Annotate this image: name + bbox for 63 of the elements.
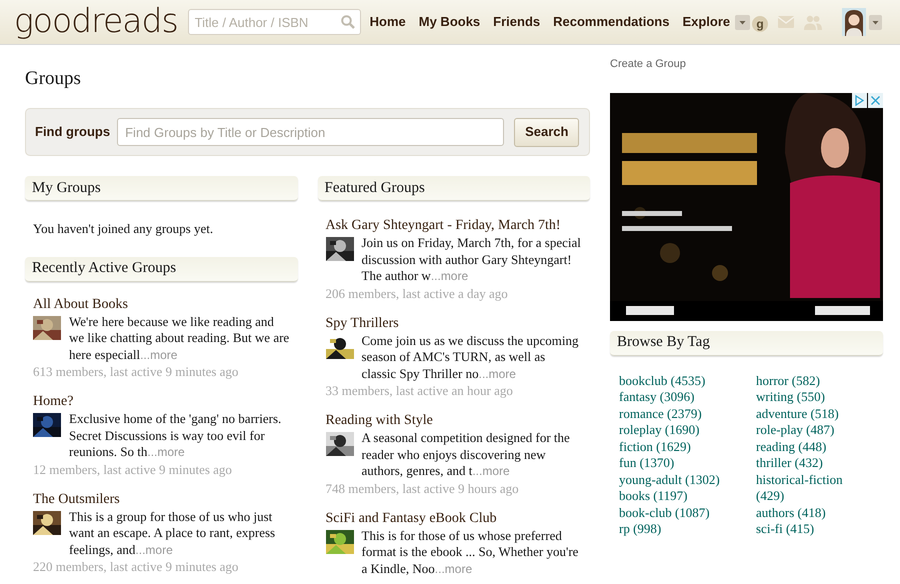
tag-link[interactable]: horror (582)	[756, 372, 856, 389]
group-meta: 206 members, last active a day ago	[326, 284, 509, 302]
group-description: Join us on Friday, March 7th, for a special discussion with author Gary Shteyngart! The author w...more	[362, 235, 582, 284]
group-title[interactable]: Home?	[33, 393, 290, 411]
avatar[interactable]	[842, 8, 866, 36]
section-header: My Groups	[25, 176, 298, 201]
group-meta: 12 members, last active 9 minutes ago	[33, 460, 233, 478]
group-title[interactable]: The Outsmilers	[33, 490, 290, 508]
logo[interactable]: goodreads	[14, 4, 178, 36]
tag-link[interactable]: adventure (518)	[756, 406, 856, 422]
tag-link[interactable]: romance (2379)	[619, 406, 756, 422]
nav-link[interactable]: My Books	[418, 12, 480, 32]
tag-link[interactable]: fiction (1629)	[619, 438, 756, 455]
nav-link[interactable]: Home	[370, 12, 406, 32]
tag-link[interactable]: young-adult (1302)	[619, 472, 756, 488]
group-title[interactable]: All About Books	[33, 296, 290, 314]
section-header: Recently Active Groups	[25, 256, 298, 282]
group-title[interactable]: Spy Thrillers	[326, 314, 582, 332]
tag-link[interactable]: writing (550)	[756, 389, 856, 406]
tag-link[interactable]: historical-fiction (429)	[756, 472, 856, 504]
tag-link[interactable]: books (1197)	[619, 488, 756, 504]
caret-icon[interactable]	[735, 14, 750, 30]
notifications-badge[interactable]: g	[752, 16, 768, 32]
nav-link[interactable]: Friends	[493, 12, 540, 32]
section-header: Featured Groups	[318, 176, 590, 201]
group-description: This is a group for those of us who just want an escape. A place to rant, express feelings, and...more	[69, 508, 276, 558]
empty-message: You haven't joined any groups yet.	[32, 220, 214, 238]
close-icon[interactable]	[868, 92, 883, 108]
tag-link[interactable]: sci-fi (415)	[756, 521, 856, 538]
tag-link[interactable]: authors (418)	[756, 504, 856, 521]
nav-link[interactable]: Explore	[682, 12, 730, 32]
search-field[interactable]: Title / Author / ISBN	[188, 9, 361, 35]
search-button[interactable]: Search	[514, 118, 580, 146]
tag-link[interactable]: role-play (487)	[756, 422, 856, 438]
tag-link[interactable]: rp (998)	[619, 521, 756, 538]
page-title: Groups	[25, 67, 82, 91]
group-title[interactable]: Ask Gary Shteyngart - Friday, March 7th!	[326, 217, 582, 235]
group-description: Exclusive home of the 'gang' no barriers. Secret Discussions is way too evil for reunions. So th...more	[69, 411, 282, 460]
tag-link[interactable]: reading (448)	[756, 438, 856, 455]
field-label: Find groups	[35, 123, 110, 142]
create-group-link[interactable]: Create a Group	[610, 56, 883, 72]
group-description: A seasonal competition designed for the reader who enjoys discovering new authors, genres, and t...more	[362, 430, 571, 480]
tag-link[interactable]: fantasy (3096)	[619, 389, 756, 406]
group-description: This is for those of us whose preferred format is the ebook ... So, Whether you're a Kindle, Noo...more	[362, 528, 580, 577]
tag-link[interactable]: bookclub (4535)	[619, 372, 756, 389]
tag-link[interactable]: fun (1370)	[619, 455, 756, 472]
section-header: Browse By Tag	[610, 330, 883, 356]
group-search-field[interactable]: Find Groups by Title or Description	[117, 118, 504, 146]
group-description: We're here because we like reading and we like chatting about reading. But we are here especiall...more	[69, 314, 290, 363]
tag-link[interactable]: thriller (432)	[756, 455, 856, 472]
group-meta: 33 members, last active an hour ago	[326, 382, 514, 399]
search-icon[interactable]	[340, 15, 355, 29]
tag-link[interactable]: book-club (1087)	[619, 504, 756, 521]
group-meta: 613 members, last active 9 minutes ago	[33, 363, 240, 380]
group-title[interactable]: SciFi and Fantasy eBook Club	[326, 510, 582, 528]
group-title[interactable]: Reading with Style	[326, 412, 582, 430]
group-meta: 220 members, last active 9 minutes ago	[33, 558, 240, 575]
group-description: Come join us as we discuss the upcoming season of AMC's TURN, as well as classic Spy Thriller no...more	[362, 332, 580, 382]
ad-choices-icon[interactable]	[852, 92, 867, 108]
group-meta: 748 members, last active 9 hours ago	[326, 480, 520, 496]
caret-icon[interactable]	[869, 14, 882, 30]
tag-link[interactable]: roleplay (1690)	[619, 422, 756, 438]
nav-link[interactable]: Recommendations	[553, 12, 670, 32]
